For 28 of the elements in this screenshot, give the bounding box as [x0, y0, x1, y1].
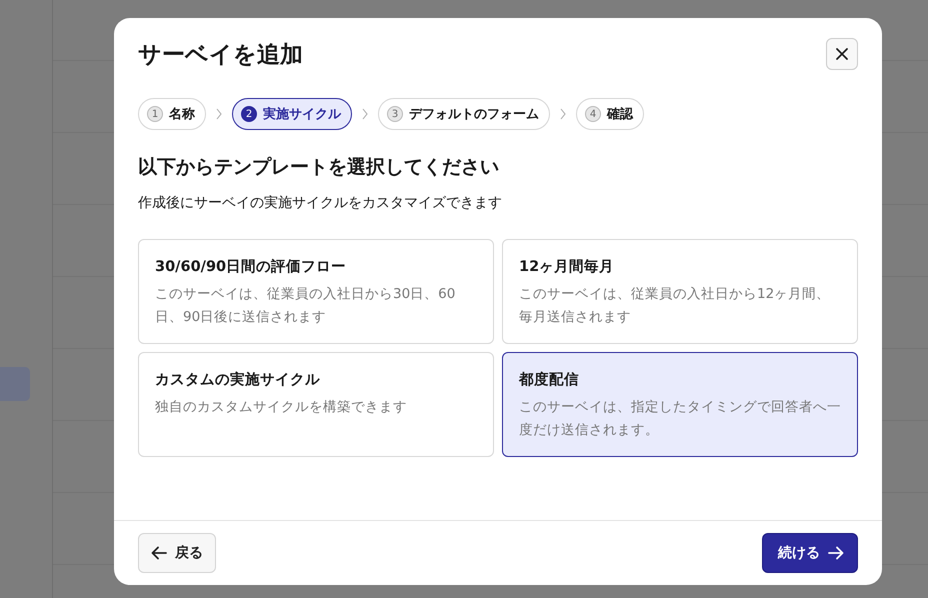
template-card[interactable]: 12ヶ月間毎月 このサーベイは、従業員の入社日から12ヶ月間、毎月送信されます — [502, 239, 858, 344]
continue-button[interactable]: 続ける — [762, 533, 858, 573]
arrow-left-icon — [151, 546, 167, 560]
chevron-icon — [560, 108, 566, 120]
card-description: このサーベイは、従業員の入社日から12ヶ月間、毎月送信されます — [519, 285, 832, 327]
template-card[interactable]: 30/60/90日間の評価フロー このサーベイは、従業員の入社日から30日、60日、90日後に送信されます — [138, 239, 494, 344]
card-description: 独自のカスタムサイクルを構築できます — [155, 398, 408, 417]
card-title: 12ヶ月間毎月 — [519, 258, 616, 276]
chevron-icon — [216, 108, 222, 120]
step-tab[interactable]: 4 確認 — [576, 98, 644, 130]
section-heading: 以下からテンプレートを選択してください — [138, 155, 500, 180]
card-title: 都度配信 — [519, 370, 580, 389]
chevron-icon — [362, 108, 368, 120]
step-tab[interactable]: 2 実施サイクル — [232, 98, 352, 130]
close-button[interactable] — [826, 38, 858, 70]
step-tab[interactable]: 3 デフォルトのフォーム — [378, 98, 550, 130]
section-subtitle: 作成後にサーベイの実施サイクルをカスタマイズできます — [138, 194, 503, 212]
card-description: このサーベイは、指定したタイミングで回答者へ一度だけ送信されます。 — [519, 398, 841, 440]
arrow-right-icon — [828, 546, 844, 560]
close-icon — [835, 47, 849, 61]
card-title: カスタムの実施サイクル — [155, 370, 321, 389]
dialog-title: サーベイを追加 — [138, 40, 303, 70]
card-description: このサーベイは、従業員の入社日から30日、60日、90日後に送信されます — [155, 285, 456, 327]
back-button[interactable]: 戻る — [138, 533, 216, 573]
template-card[interactable]: 都度配信 このサーベイは、指定したタイミングで回答者へ一度だけ送信されます。 — [502, 352, 858, 457]
step-tab[interactable]: 1 名称 — [138, 98, 206, 130]
card-title: 30/60/90日間の評価フロー — [155, 258, 348, 276]
template-card[interactable]: カスタムの実施サイクル 独自のカスタムサイクルを構築できます — [138, 352, 494, 457]
